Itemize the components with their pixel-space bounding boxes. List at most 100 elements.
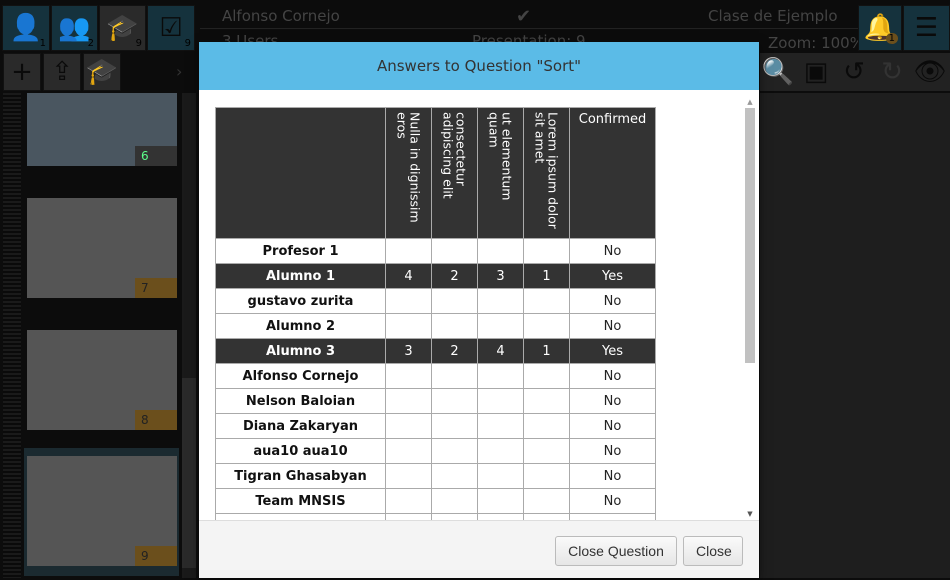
image-icon[interactable]: ▣ — [798, 53, 834, 91]
confirmed-cell: Yes — [569, 263, 656, 289]
confirmed-cell: No — [569, 463, 656, 489]
confirmed-cell: No — [569, 438, 656, 464]
table-row: aua10 aua10 No — [215, 438, 656, 464]
dialog-scrollbar[interactable]: ▲ ▼ — [744, 98, 756, 518]
users-icon: 👥 — [58, 13, 91, 43]
answer-cell — [477, 313, 524, 339]
slide-thumb[interactable]: 6 — [27, 93, 177, 166]
group-button[interactable]: 👥 2 — [51, 5, 98, 51]
table-row: Profesor 1 No — [215, 238, 656, 264]
class-name: Clase de Ejemplo — [708, 7, 838, 25]
answer-cell — [385, 313, 432, 339]
slide-thumb[interactable]: 8 — [27, 330, 177, 430]
answer-cell: 2 — [431, 263, 478, 289]
answer-cell — [523, 288, 570, 314]
user-name: Alfonso Cornejo — [222, 7, 340, 25]
slide-thumb[interactable]: 7 — [27, 198, 177, 298]
confirmed-cell: No — [569, 413, 656, 439]
eye-icon[interactable]: 👁 — [912, 53, 948, 91]
zoom-level: Zoom: 100% — [768, 34, 864, 52]
upload-button[interactable]: ⇪ — [43, 53, 81, 91]
confirmed-cell: Yes — [569, 338, 656, 364]
answers-table: Nulla in dignissim eros consectetur adipi… — [215, 107, 656, 520]
answer-cell — [385, 363, 432, 389]
graduation-button[interactable]: 🎓 — [83, 53, 121, 91]
answer-cell — [523, 438, 570, 464]
table-row: Alumno 1 4 2 3 1 Yes — [215, 263, 656, 289]
answer-cell: 1 — [523, 263, 570, 289]
answer-cell — [477, 413, 524, 439]
canvas-toolbar: 🔍 ▣ ↺ ↻ 👁 — [760, 53, 950, 91]
answer-cell — [523, 313, 570, 339]
answer-cell — [431, 363, 478, 389]
redo-icon[interactable]: ↻ — [874, 53, 910, 91]
student-name: Alfonso Cornejo — [215, 363, 386, 389]
student-name: Diana Zakaryan — [215, 413, 386, 439]
table-row: Team MNSIS No — [215, 488, 656, 514]
answer-cell — [477, 363, 524, 389]
answer-cell — [477, 438, 524, 464]
undo-icon[interactable]: ↺ — [836, 53, 872, 91]
scroll-up-icon[interactable]: ▲ — [744, 98, 756, 106]
class-button[interactable]: 🎓 9 — [99, 5, 146, 51]
answer-cell: 4 — [385, 263, 432, 289]
zoom-out-icon[interactable]: 🔍 — [760, 53, 796, 91]
student-name: Alumno 1 — [215, 263, 386, 289]
column-header: ut elementum quam — [477, 107, 524, 239]
confirmed-cell: No — [569, 313, 656, 339]
column-header-label: ut elementum quam — [486, 112, 515, 201]
table-row: Alfonso Cornejo No — [215, 363, 656, 389]
scroll-down-icon[interactable]: ▼ — [744, 510, 756, 518]
notifications-button[interactable]: 🔔 1 — [858, 5, 902, 51]
student-name: aua10 aua10 — [215, 438, 386, 464]
single-user-button[interactable]: 👤 1 — [2, 5, 50, 51]
answer-cell — [477, 463, 524, 489]
checklist-icon: ☑ — [159, 13, 183, 43]
close-button[interactable]: Close — [683, 536, 743, 566]
resize-handle[interactable] — [3, 93, 21, 578]
user-icon: 👤 — [9, 13, 43, 43]
answers-button[interactable]: ☑ 9 — [147, 5, 195, 51]
answer-cell — [385, 238, 432, 264]
table-row: Alumno 3 3 2 4 1 Yes — [215, 338, 656, 364]
scroll-thumb[interactable] — [745, 108, 755, 363]
answer-cell — [523, 238, 570, 264]
answer-cell — [385, 413, 432, 439]
column-header: Nulla in dignissim eros — [385, 107, 432, 239]
hamburger-icon: ☰ — [914, 13, 939, 43]
confirmed-cell: No — [569, 388, 656, 414]
confirmed-cell: No — [569, 488, 656, 514]
answer-cell — [431, 488, 478, 514]
table-row: Diana Zakaryan No — [215, 413, 656, 439]
dialog-body: Nulla in dignissim eros consectetur adipi… — [199, 90, 759, 520]
graduation-cap-icon: 🎓 — [85, 57, 119, 87]
answer-cell — [431, 288, 478, 314]
table-row: Tigran Ghasabyan No — [215, 463, 656, 489]
answer-cell: 3 — [477, 263, 524, 289]
confirmed-cell: No — [569, 363, 656, 389]
answer-cell — [431, 238, 478, 264]
answer-cell — [431, 463, 478, 489]
student-name: Profesor 1 — [215, 238, 386, 264]
column-header-label: Nulla in dignissim eros — [394, 112, 423, 223]
answer-cell — [477, 488, 524, 514]
student-name: Tigran Ghasabyan — [215, 463, 386, 489]
confirmed-cell: No — [569, 238, 656, 264]
answer-cell — [523, 463, 570, 489]
dialog-title: Answers to Question "Sort" — [376, 57, 582, 75]
dialog-footer: Close Question Close — [199, 520, 759, 578]
answer-cell: 4 — [477, 338, 524, 364]
close-question-button[interactable]: Close Question — [555, 536, 677, 566]
column-header: consectetur adipiscing elit — [431, 107, 478, 239]
slide-thumb[interactable]: 9 — [27, 456, 177, 566]
chevron-right-icon[interactable]: › — [176, 62, 182, 81]
slides-scrollbar[interactable] — [182, 93, 196, 578]
student-name: gustavo zurita — [215, 288, 386, 314]
menu-button[interactable]: ☰ — [903, 5, 950, 51]
table-row: gustavo zurita No — [215, 288, 656, 314]
column-header-label: Confirmed — [578, 112, 647, 127]
add-button[interactable]: + — [3, 53, 41, 91]
answer-cell — [385, 388, 432, 414]
answer-cell — [385, 288, 432, 314]
canvas-area — [760, 93, 950, 578]
